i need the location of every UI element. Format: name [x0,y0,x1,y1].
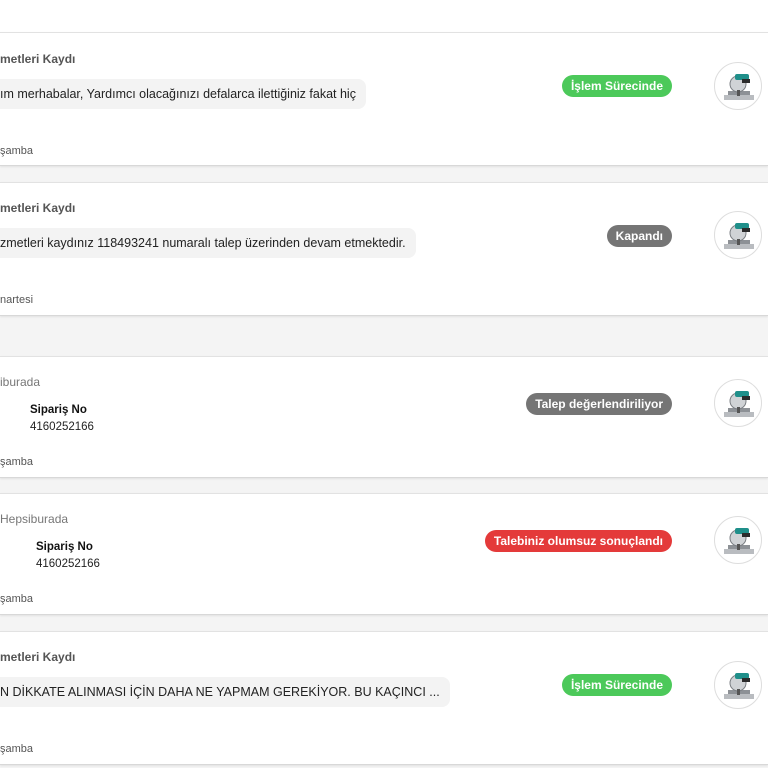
miter-saw-icon [724,528,754,554]
miter-saw-icon [724,673,754,699]
order-number: 4160252166 [36,558,100,570]
status-badge: İşlem Sürecinde [561,674,672,696]
status-badge: Talebiniz olumsuz sonuçlandı [484,530,672,552]
message-preview: N DİKKATE ALINMASI İÇİN DAHA NE YAPMAM G… [0,677,450,707]
request-title: metleri Kaydı [0,52,76,66]
order-number-label: Sipariş No [36,541,93,553]
product-thumbnail[interactable] [714,211,762,259]
message-preview: zmetleri kaydınız 118493241 numaralı tal… [0,228,416,258]
product-thumbnail[interactable] [714,62,762,110]
request-title: iburada [0,375,41,389]
order-number-label: Sipariş No [30,404,87,416]
message-preview: ım merhabalar, Yardımcı olacağınızı defa… [0,79,366,109]
request-title: metleri Kaydı [0,650,76,664]
request-title: metleri Kaydı [0,201,76,215]
request-day: şamba [0,145,34,157]
request-title: Hepsiburada [0,512,69,526]
status-badge: Talep değerlendiriliyor [526,393,672,415]
request-day: şamba [0,456,34,468]
request-card[interactable]: metleri Kaydı N DİKKATE ALINMASI İÇİN DA… [0,631,768,765]
request-card[interactable]: Hepsiburada Sipariş No 4160252166 şamba … [0,493,768,615]
request-card[interactable]: metleri Kaydı ım merhabalar, Yardımcı ol… [0,32,768,166]
miter-saw-icon [724,223,754,249]
request-day: şamba [0,743,34,755]
request-card[interactable]: iburada Sipariş No 4160252166 şamba Tale… [0,356,768,478]
order-number: 4160252166 [30,421,94,433]
product-thumbnail[interactable] [714,661,762,709]
product-thumbnail[interactable] [714,379,762,427]
miter-saw-icon [724,74,754,100]
status-badge: Kapandı [606,225,672,247]
request-day: şamba [0,593,34,605]
status-badge: İşlem Sürecinde [561,75,672,97]
miter-saw-icon [724,391,754,417]
request-day: nartesi [0,294,34,306]
product-thumbnail[interactable] [714,516,762,564]
top-strip [0,0,768,33]
request-card[interactable]: metleri Kaydı zmetleri kaydınız 11849324… [0,182,768,316]
